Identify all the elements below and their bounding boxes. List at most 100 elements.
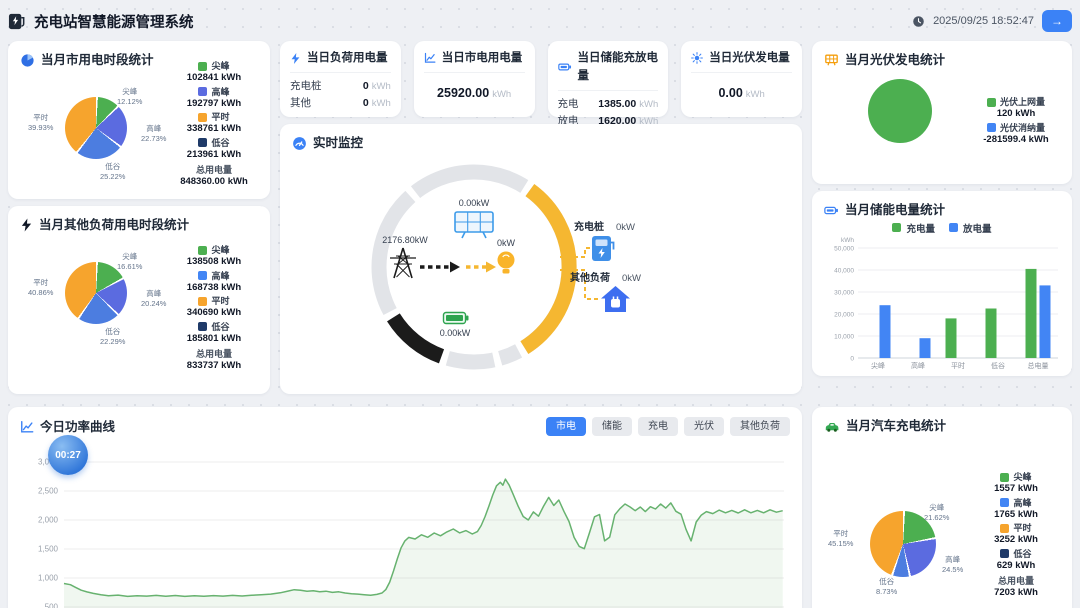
right-column: 当月光伏发电统计 光伏上网量120 kWh光伏消纳量-281599.4 kWh … [812,41,1072,394]
svg-text:10,000: 10,000 [834,334,854,341]
pie-callout-flat: 平时45.15% [828,529,853,549]
svg-text:0: 0 [850,356,854,363]
legend-value: 185801 kWh [170,333,258,346]
card-daily-pv: 当日光伏发电量 0.00kWh [681,41,802,117]
stat-title: 当日储能充放电量 [578,49,659,85]
svg-text:高峰: 高峰 [911,361,925,370]
power-title-row: 今日功率曲线 [20,418,115,436]
stat-row-item: 其他0kWh [290,95,391,112]
power-curve-tabs: 市电储能充电光伏其他负荷 [546,417,790,436]
legend-value: 168738 kWh [170,282,258,295]
stat-big-value: 0.00kWh [691,86,792,100]
legend-value: 1557 kWh [972,483,1060,496]
pie-callout-peak: 尖峰16.61% [117,252,142,272]
pie-callout-high: 高峰20.24% [141,289,166,309]
storage-bar-chart[interactable]: kWh010,00020,00030,00040,00050,000尖峰高峰平时… [824,234,1060,379]
svg-text:kWh: kWh [841,237,854,244]
pie-callout-flat: 平时39.93% [28,113,53,133]
power-curve-chart-area: 00:27 3,0002,5002,0001,5001,0005000 [20,442,790,608]
legend-value: 213961 kWh [170,149,258,162]
grid-tower-icon [390,248,416,278]
current-timestamp: 2025/09/25 18:52:47 [933,15,1034,27]
pie-callout-valley: 低谷25.22% [100,162,125,182]
tab-充电[interactable]: 充电 [638,417,678,436]
pie-callout-flat: 平时40.86% [28,278,53,298]
svg-text:1,000: 1,000 [38,574,59,583]
legend-value: 102841 kWh [170,72,258,85]
card-storage-month: 当月储能电量统计 充电量放电量 kWh010,00020,00030,00040… [812,191,1072,376]
pie-callout-peak: 尖峰21.62% [924,503,949,523]
legend-item: 平时 [170,111,258,123]
bar-legend-item[interactable]: 充电量 [892,221,935,234]
card-title-text: 当月储能电量统计 [845,201,945,219]
card-title-text: 当月其他负荷用电时段统计 [39,216,189,234]
charger-node-icon[interactable] [592,236,614,261]
card-pv-month: 当月光伏发电统计 光伏上网量120 kWh光伏消纳量-281599.4 kWh [812,41,1072,184]
power-line-chart[interactable]: 3,0002,5002,0001,5001,0005000 [20,442,790,608]
card-daily-city-power: 当日市电用电量 25920.00kWh [414,41,535,117]
main-grid: 当月市用电时段统计 尖峰12.12% 高峰22.73% 低谷25.22% 平时3… [8,41,1072,394]
stat-title-row: 当日储能充放电量 [558,49,659,91]
storage-battery-icon [444,313,469,324]
legend-value: 120 kWh [972,108,1060,121]
legend-total-value: 833737 kWh [170,360,258,373]
app-brand: 充电站智慧能源管理系统 [8,11,194,32]
legend-total-label: 总用电量 [170,164,258,176]
pv-title-row: 当月光伏发电统计 [824,51,1060,69]
clock-icon [912,15,925,28]
svg-text:低谷: 低谷 [991,361,1005,370]
stat-title-row: 当日光伏发电量 [691,49,792,73]
svg-text:2,500: 2,500 [38,487,59,496]
stat-title: 当日光伏发电量 [709,49,790,67]
legend-total-value: 848360.00 kWh [170,176,258,189]
legend-item: 尖峰 [170,244,258,256]
pv-pie-area: 光伏上网量120 kWh光伏消纳量-281599.4 kWh [824,69,1060,174]
tab-储能[interactable]: 储能 [592,417,632,436]
car-pie-area: 尖峰21.62% 高峰24.5% 低谷8.73% 平时45.15% 尖峰1557… [824,435,1060,608]
legend-value: 338761 kWh [170,123,258,136]
card-city-usage: 当月市用电时段统计 尖峰12.12% 高峰22.73% 低谷25.22% 平时3… [8,41,270,199]
arrow-right-icon: → [1051,14,1063,28]
legend-item: 光伏消纳量 [972,122,1060,134]
legend-item: 平时 [170,295,258,307]
legend-total-label: 总用电量 [170,348,258,360]
svg-text:30,000: 30,000 [834,290,854,297]
app-header: 充电站智慧能源管理系统 2025/09/25 18:52:47 → [8,6,1072,36]
car-icon [824,420,840,433]
forward-nav-button[interactable]: → [1042,10,1072,32]
pv-legend: 光伏上网量120 kWh光伏消纳量-281599.4 kWh [972,69,1060,174]
card-title-text: 当月市用电时段统计 [41,51,154,69]
legend-total-label: 总用电量 [972,575,1060,587]
time-badge[interactable]: 00:27 [48,435,88,475]
card-other-usage-title-row: 当月其他负荷用电时段统计 [20,216,258,234]
svg-text:尖峰: 尖峰 [871,361,885,370]
tab-其他负荷[interactable]: 其他负荷 [730,417,790,436]
other-load-node-icon[interactable] [601,286,630,312]
tab-市电[interactable]: 市电 [546,417,586,436]
line-chart-icon [424,52,436,64]
line-chart-icon [20,420,34,434]
legend-item: 低谷 [972,548,1060,560]
card-other-usage: 当月其他负荷用电时段统计 尖峰16.61% 高峰20.24% 低谷22.29% … [8,206,270,394]
svg-text:总电量: 总电量 [1028,361,1049,370]
car-legend: 尖峰1557 kWh高峰1765 kWh平时3252 kWh低谷629 kWh总… [972,435,1060,608]
bar-legend-item[interactable]: 放电量 [949,221,992,234]
monitor-title-row: 实时监控 [292,134,790,152]
pv-pie[interactable] [868,79,932,143]
charging-station-logo-icon [8,12,27,31]
card-car-month: 当月汽车充电统计 尖峰21.62% 高峰24.5% 低谷8.73% 平时45.1… [812,407,1072,608]
pie-callout-high: 高峰24.5% [942,555,963,575]
solar-panel-node-icon [455,212,493,238]
card-title-text: 当月汽车充电统计 [846,417,946,435]
legend-value: 340690 kWh [170,307,258,320]
app-title: 充电站智慧能源管理系统 [34,11,194,32]
legend-item: 光伏上网量 [972,96,1060,108]
solar-output-value: 0.00kW [438,198,510,208]
svg-text:50,000: 50,000 [834,246,854,253]
legend-item: 尖峰 [972,471,1060,483]
tab-光伏[interactable]: 光伏 [684,417,724,436]
battery-icon [824,204,839,217]
stat-big-value: 25920.00kWh [424,86,525,100]
pie-chart-icon [20,53,35,68]
svg-text:1,500: 1,500 [38,545,59,554]
